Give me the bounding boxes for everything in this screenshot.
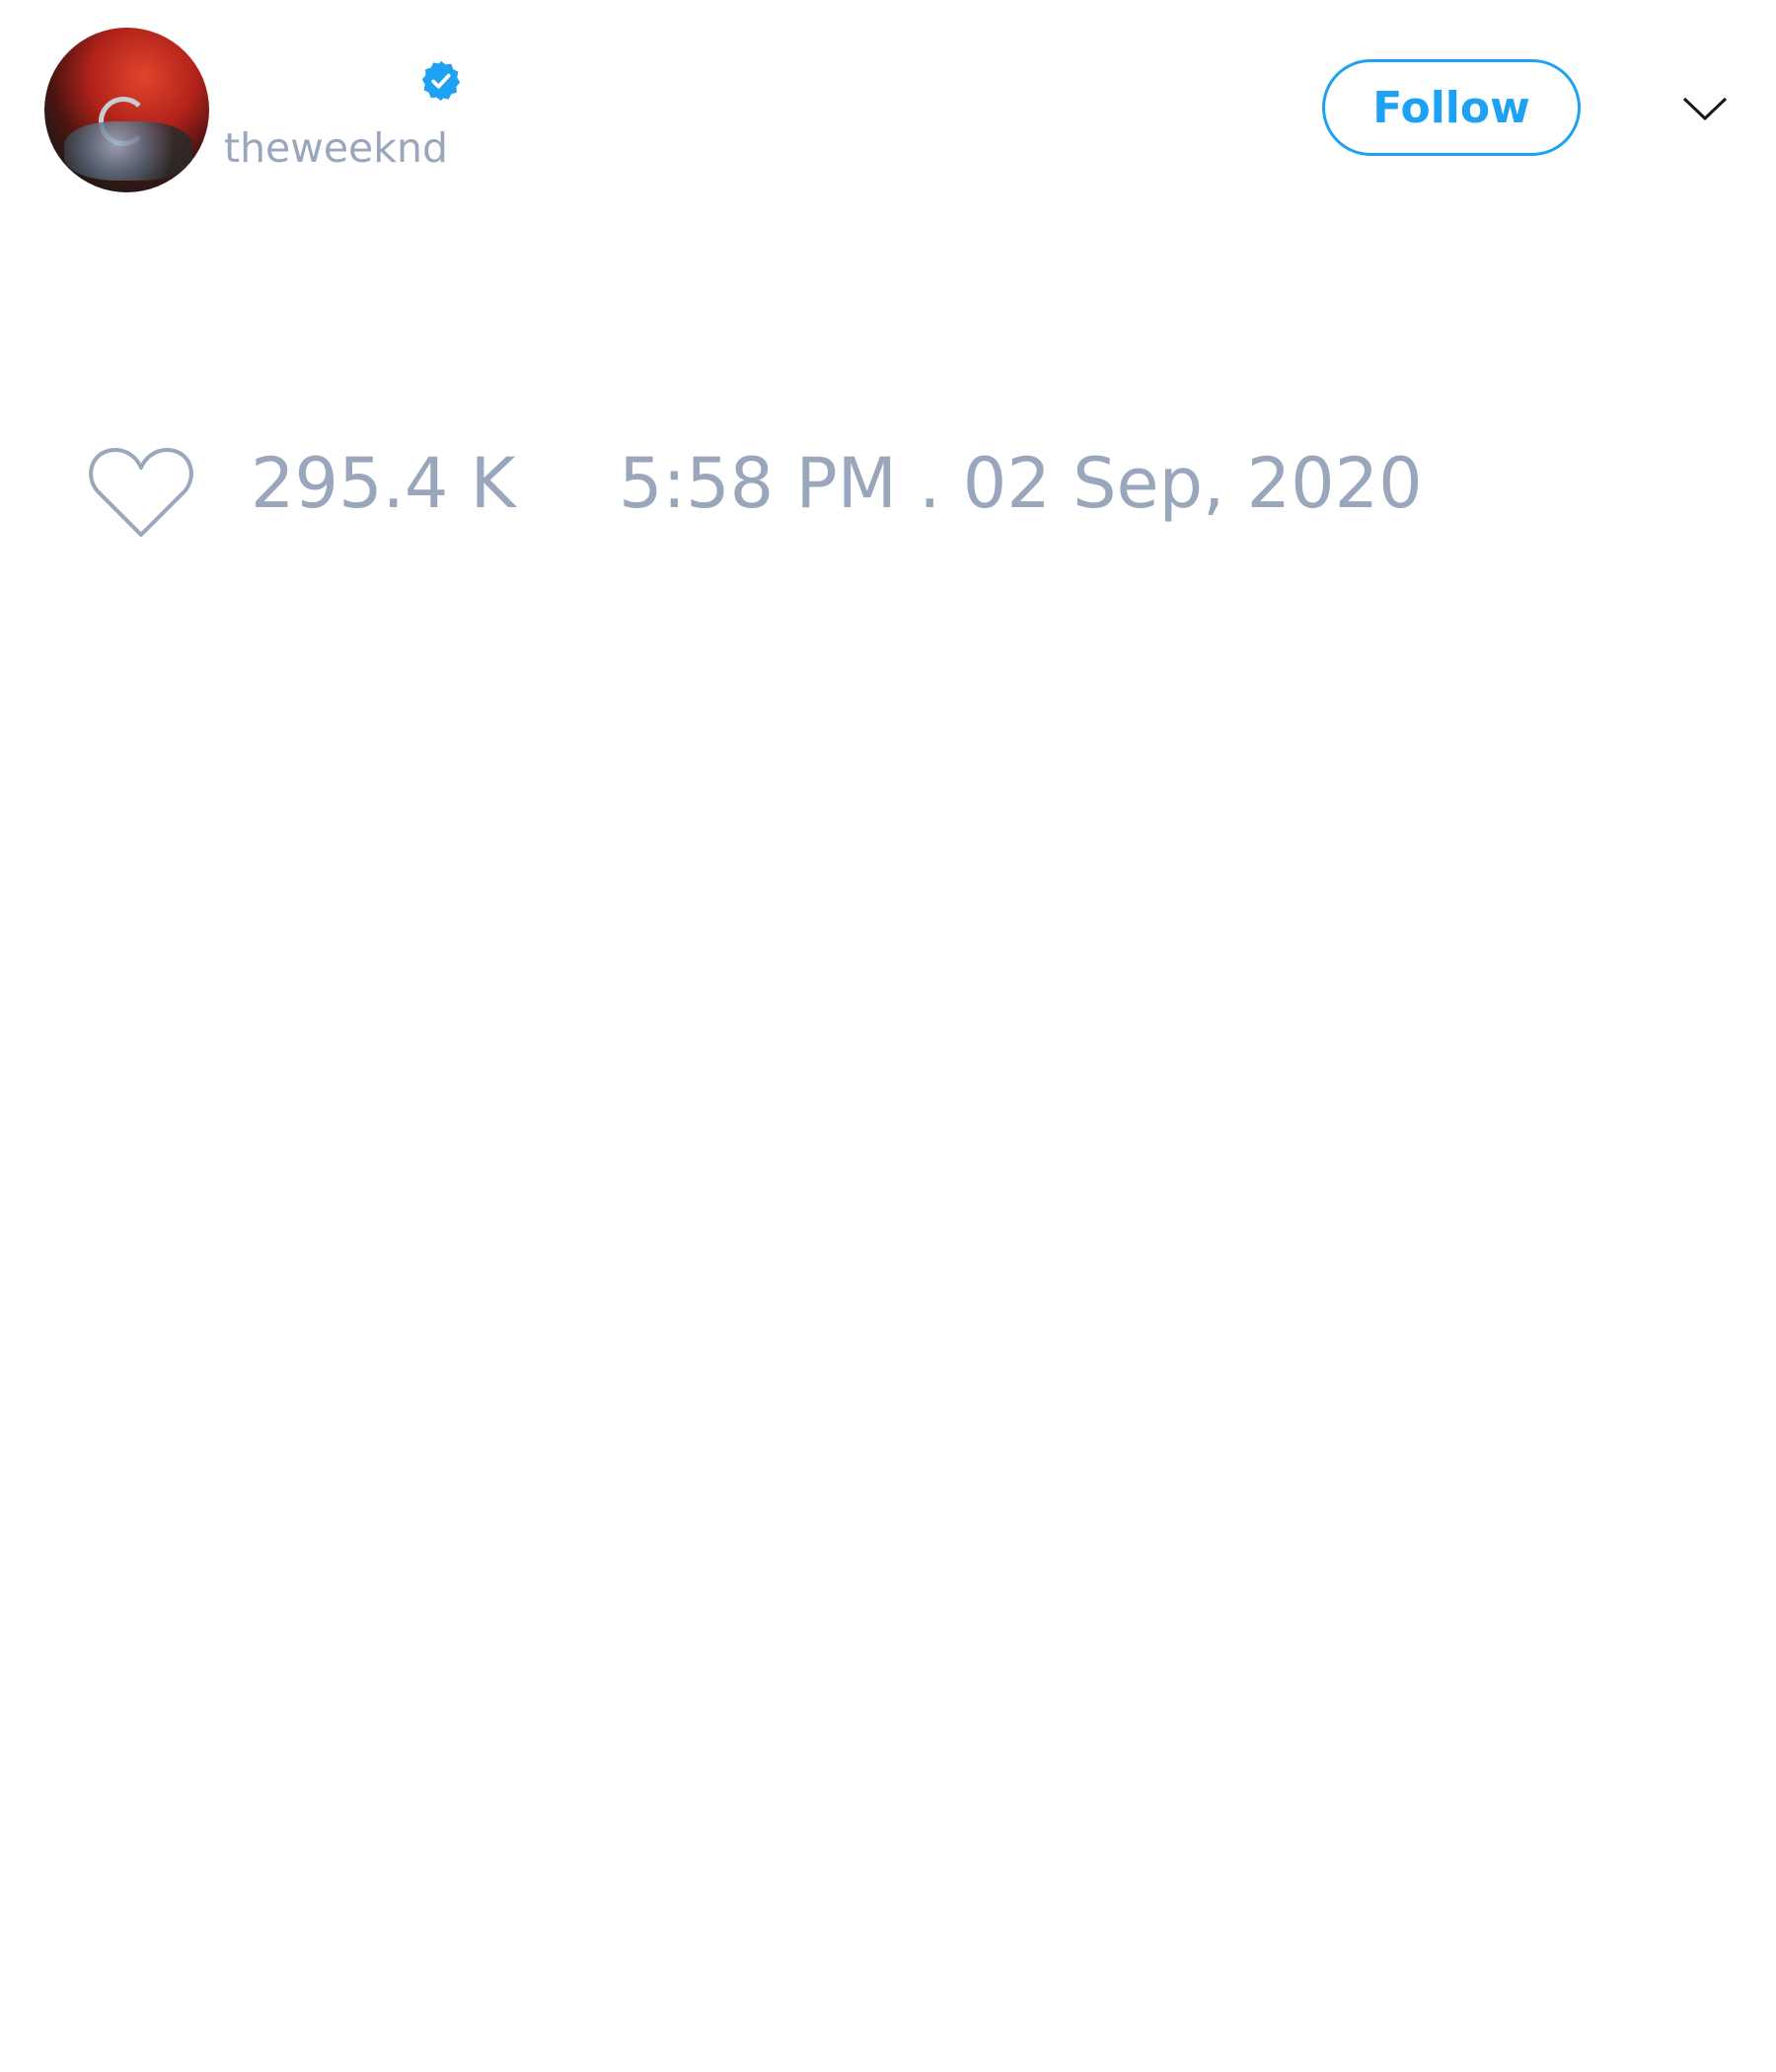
avatar-art-figure — [64, 121, 192, 181]
verified-badge-icon — [421, 60, 461, 102]
user-handle[interactable]: theweeknd — [224, 124, 448, 172]
heart-icon[interactable] — [88, 444, 194, 539]
follow-button[interactable]: Follow — [1322, 59, 1581, 156]
like-count: 295.4 K — [251, 443, 516, 524]
chevron-down-icon[interactable] — [1681, 93, 1729, 124]
tweet-timestamp[interactable]: 5:58 PM . 02 Sep, 2020 — [619, 449, 1423, 518]
avatar[interactable] — [44, 28, 209, 192]
